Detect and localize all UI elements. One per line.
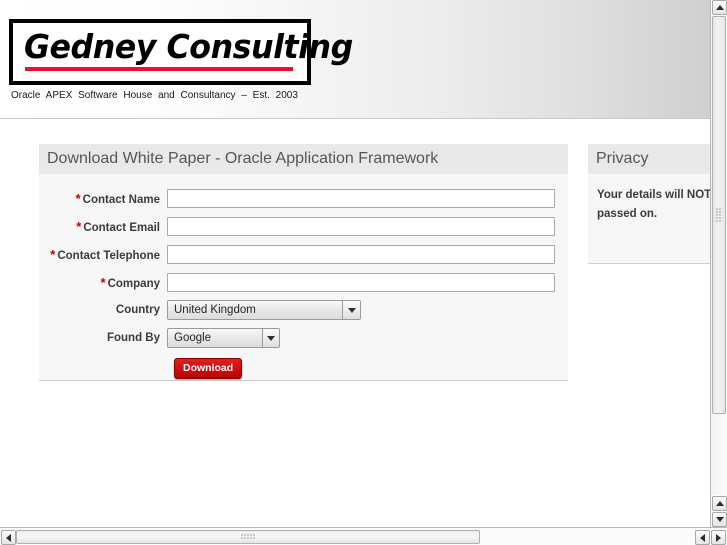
required-marker-contact-name: * (75, 190, 81, 206)
download-form-panel: Download White Paper - Oracle Applicatio… (39, 144, 568, 381)
company-input[interactable] (167, 272, 555, 292)
privacy-panel: Privacy Your details will NOT passed on. (588, 144, 710, 264)
site-logo: Gedney Consulting (9, 19, 353, 85)
label-text-contact-telephone: Contact Telephone (57, 249, 160, 262)
form-actions: Download (39, 358, 568, 379)
logo-underline-rule (25, 67, 293, 71)
field-cell-contact-email (167, 216, 568, 236)
scroll-left-arrow-icon[interactable] (1, 530, 16, 545)
browser-viewport: Gedney Consulting Oracle APEX Software H… (0, 0, 710, 527)
field-cell-country: United Kingdom (167, 300, 568, 320)
vertical-scrollbar[interactable] (710, 0, 727, 527)
page-content: Download White Paper - Oracle Applicatio… (0, 119, 710, 527)
label-contact-name: * Contact Name (39, 191, 167, 206)
scroll-down-arrow-icon[interactable] (712, 512, 727, 527)
form-row-contact-name: * Contact Name (39, 184, 568, 212)
form-row-contact-email: * Contact Email (39, 212, 568, 240)
field-cell-company (167, 272, 568, 292)
form-row-country: Country United Kingdom (39, 296, 568, 324)
download-button[interactable]: Download (174, 358, 243, 379)
contact-name-input[interactable] (167, 188, 555, 208)
logo-wordmark: Gedney Consulting (24, 27, 353, 66)
required-marker-company: * (100, 274, 106, 290)
label-text-country: Country (115, 304, 160, 316)
horizontal-scrollbar-thumb[interactable] (16, 530, 480, 544)
required-marker-contact-telephone: * (50, 246, 56, 262)
privacy-panel-body: Your details will NOT passed on. (588, 174, 710, 224)
label-contact-telephone: * Contact Telephone (39, 247, 167, 262)
scroll-right-arrow-icon[interactable] (711, 530, 726, 545)
label-text-contact-name: Contact Name (82, 193, 160, 206)
required-marker-contact-email: * (76, 218, 82, 234)
site-header: Gedney Consulting Oracle APEX Software H… (0, 0, 710, 119)
privacy-panel-title: Privacy (588, 144, 710, 174)
contact-telephone-input[interactable] (167, 244, 555, 264)
field-cell-found-by: Google (167, 328, 568, 348)
found-by-select-value: Google (174, 332, 212, 344)
chevron-down-icon (262, 329, 279, 347)
country-select[interactable]: United Kingdom (167, 300, 361, 320)
label-text-company: Company (107, 277, 160, 290)
label-contact-email: * Contact Email (39, 219, 167, 234)
privacy-text-line-2: passed on. (597, 208, 658, 220)
field-cell-contact-name (167, 188, 568, 208)
chevron-down-icon (342, 301, 360, 319)
label-found-by: Found By (39, 332, 167, 344)
form-row-company: * Company (39, 268, 568, 296)
found-by-select[interactable]: Google (167, 328, 280, 348)
label-country: Country (39, 304, 167, 316)
label-text-found-by: Found By (106, 332, 160, 344)
scrollbar-grip-icon (716, 208, 722, 222)
form-row-contact-telephone: * Contact Telephone (39, 240, 568, 268)
label-company: * Company (39, 275, 167, 290)
form-row-found-by: Found By Google (39, 324, 568, 352)
label-text-contact-email: Contact Email (83, 221, 160, 234)
field-cell-contact-telephone (167, 244, 568, 264)
country-select-value: United Kingdom (174, 304, 256, 316)
horizontal-scrollbar[interactable] (0, 527, 727, 545)
site-tagline: Oracle APEX Software House and Consultan… (11, 90, 298, 101)
scroll-up-arrow-icon[interactable] (712, 0, 727, 15)
form-panel-title: Download White Paper - Oracle Applicatio… (39, 144, 568, 174)
privacy-text-line-1: Your details will NOT (597, 189, 710, 201)
scrollbar-grip-icon (241, 534, 255, 540)
vertical-scrollbar-thumb[interactable] (712, 16, 726, 414)
download-form: * Contact Name * Contact Email * Contact… (39, 174, 568, 379)
scroll-up-arrow-bottom-icon[interactable] (712, 496, 727, 511)
contact-email-input[interactable] (167, 216, 555, 236)
scroll-left-arrow-right-icon[interactable] (695, 530, 710, 545)
